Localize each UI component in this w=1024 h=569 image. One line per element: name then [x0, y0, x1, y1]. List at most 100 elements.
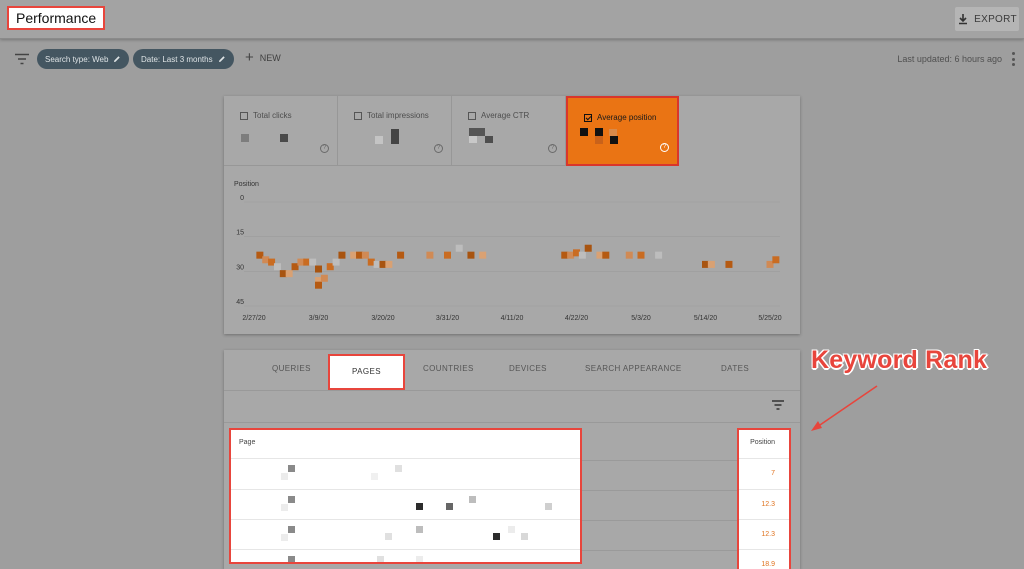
chart-point: [426, 251, 434, 259]
search-type-chip[interactable]: Search type: Web: [37, 49, 130, 69]
tab-queries[interactable]: QUERIES: [272, 364, 311, 373]
page-column-header[interactable]: Page: [239, 439, 255, 446]
redacted-page-url: [469, 496, 476, 503]
top-app-bar: Performance EXPORT: [0, 0, 1024, 39]
x-tick-label: 3/20/20: [371, 315, 394, 322]
tab-devices[interactable]: DEVICES: [509, 364, 547, 373]
chart-point: [397, 251, 405, 259]
metric-checkbox[interactable]: [354, 112, 362, 120]
table-filter-icon[interactable]: [772, 400, 784, 410]
tab-countries[interactable]: COUNTRIES: [423, 364, 474, 373]
chart-point: [315, 281, 322, 289]
x-tick-label: 4/22/20: [565, 315, 588, 322]
metric-checkbox[interactable]: [240, 112, 248, 120]
chart-point: [602, 251, 610, 259]
position-column-header[interactable]: Position: [750, 439, 775, 446]
y-tick-label: 30: [236, 264, 244, 271]
y-tick-label: 0: [240, 195, 244, 202]
row-divider: [582, 490, 737, 491]
redacted-page-url: [545, 503, 552, 510]
redacted-value: [609, 129, 617, 136]
metric-total-impressions[interactable]: Total impressions ?: [338, 96, 452, 166]
redacted-value: [485, 136, 493, 143]
y-tick-label: 45: [236, 299, 244, 306]
table-toolbar-divider: [224, 422, 800, 423]
row-divider: [739, 519, 789, 520]
new-filter-button[interactable]: + NEW: [245, 49, 281, 66]
x-tick-label: 5/25/20: [758, 315, 781, 322]
metric-label: Total impressions: [367, 111, 429, 120]
chart-point: [637, 251, 645, 259]
export-label: EXPORT: [974, 13, 1017, 25]
chart-point: [273, 263, 281, 271]
redacted-page-url: [493, 533, 500, 540]
chart-point: [285, 270, 293, 278]
performance-chart-card: Total clicks ? Total impressions ? Avera…: [224, 96, 800, 334]
export-button[interactable]: EXPORT: [955, 7, 1019, 31]
redacted-value: [610, 136, 618, 144]
keyword-rank-annotation: Keyword Rank: [811, 346, 988, 374]
chart-point: [338, 251, 346, 259]
redacted-value: [375, 136, 383, 144]
redacted-page-url: [416, 503, 423, 510]
page-title: Performance: [7, 6, 106, 30]
last-updated-text: Last updated: 6 hours ago: [897, 54, 1002, 64]
date-chip[interactable]: Date: Last 3 months: [133, 49, 234, 69]
position-chart: 0 15 30 45 2/27/20 3/9/20 3/20/20 3/31/20 4/11/2…: [236, 195, 782, 322]
redacted-page-url: [395, 465, 402, 472]
redacted-page-url: [385, 533, 392, 540]
annotation-arrow: [811, 385, 878, 431]
row-divider: [231, 489, 580, 490]
help-icon[interactable]: ?: [434, 144, 443, 153]
download-icon: [959, 14, 968, 25]
x-tick-label: 3/31/20: [436, 315, 459, 322]
x-tick-label: 2/27/20: [242, 315, 265, 322]
table-card: QUERIES PAGES COUNTRIES DEVICES SEARCH A…: [224, 350, 800, 569]
search-type-chip-label: Search type: Web: [45, 54, 109, 64]
redacted-page-url: [281, 473, 288, 480]
row-divider: [231, 549, 580, 550]
row-divider: [582, 550, 737, 551]
tab-divider: [224, 390, 800, 391]
edit-pencil-icon: [218, 56, 225, 62]
metric-average-position[interactable]: Average position ?: [566, 96, 679, 166]
redacted-page-url: [377, 556, 384, 562]
row-divider: [231, 519, 580, 520]
help-icon[interactable]: ?: [548, 144, 557, 153]
page-column-highlight: Page: [229, 428, 582, 564]
row-divider: [739, 489, 789, 490]
filter-bar: Search type: Web Date: Last 3 months + N…: [0, 40, 1024, 78]
filter-icon[interactable]: [15, 53, 29, 65]
x-tick-label: 3/9/20: [309, 315, 329, 322]
position-value: 18.9: [761, 561, 775, 568]
redacted-value: [580, 128, 588, 136]
metric-checkbox[interactable]: [468, 112, 476, 120]
tab-dates[interactable]: DATES: [721, 364, 749, 373]
more-vert-icon[interactable]: [1012, 52, 1016, 66]
tab-pages[interactable]: PAGES: [328, 354, 405, 390]
metric-label: Average CTR: [481, 111, 530, 120]
chart-point: [385, 260, 393, 268]
chart-point: [772, 256, 780, 264]
position-value: 12.3: [761, 531, 775, 538]
edit-pencil-icon: [114, 56, 121, 62]
x-tick-label: 4/11/20: [501, 315, 524, 322]
chart-point: [309, 258, 317, 266]
help-icon[interactable]: ?: [320, 144, 329, 153]
redacted-page-url: [508, 526, 515, 533]
metric-checkbox[interactable]: [584, 114, 592, 122]
tab-search-appearance[interactable]: SEARCH APPEARANCE: [585, 364, 682, 373]
chart-point: [467, 251, 475, 259]
row-divider: [739, 458, 789, 459]
chart-point: [332, 258, 340, 266]
redacted-page-url: [371, 473, 378, 480]
y-tick-label: 15: [236, 230, 244, 237]
redacted-value: [469, 136, 477, 143]
metric-label: Total clicks: [253, 111, 292, 120]
metric-total-clicks[interactable]: Total clicks ?: [224, 96, 338, 166]
help-icon[interactable]: ?: [660, 143, 669, 152]
chart-point: [625, 251, 633, 259]
plus-icon: +: [245, 49, 254, 66]
metric-average-ctr[interactable]: Average CTR ?: [452, 96, 566, 166]
redacted-page-url: [288, 526, 295, 533]
